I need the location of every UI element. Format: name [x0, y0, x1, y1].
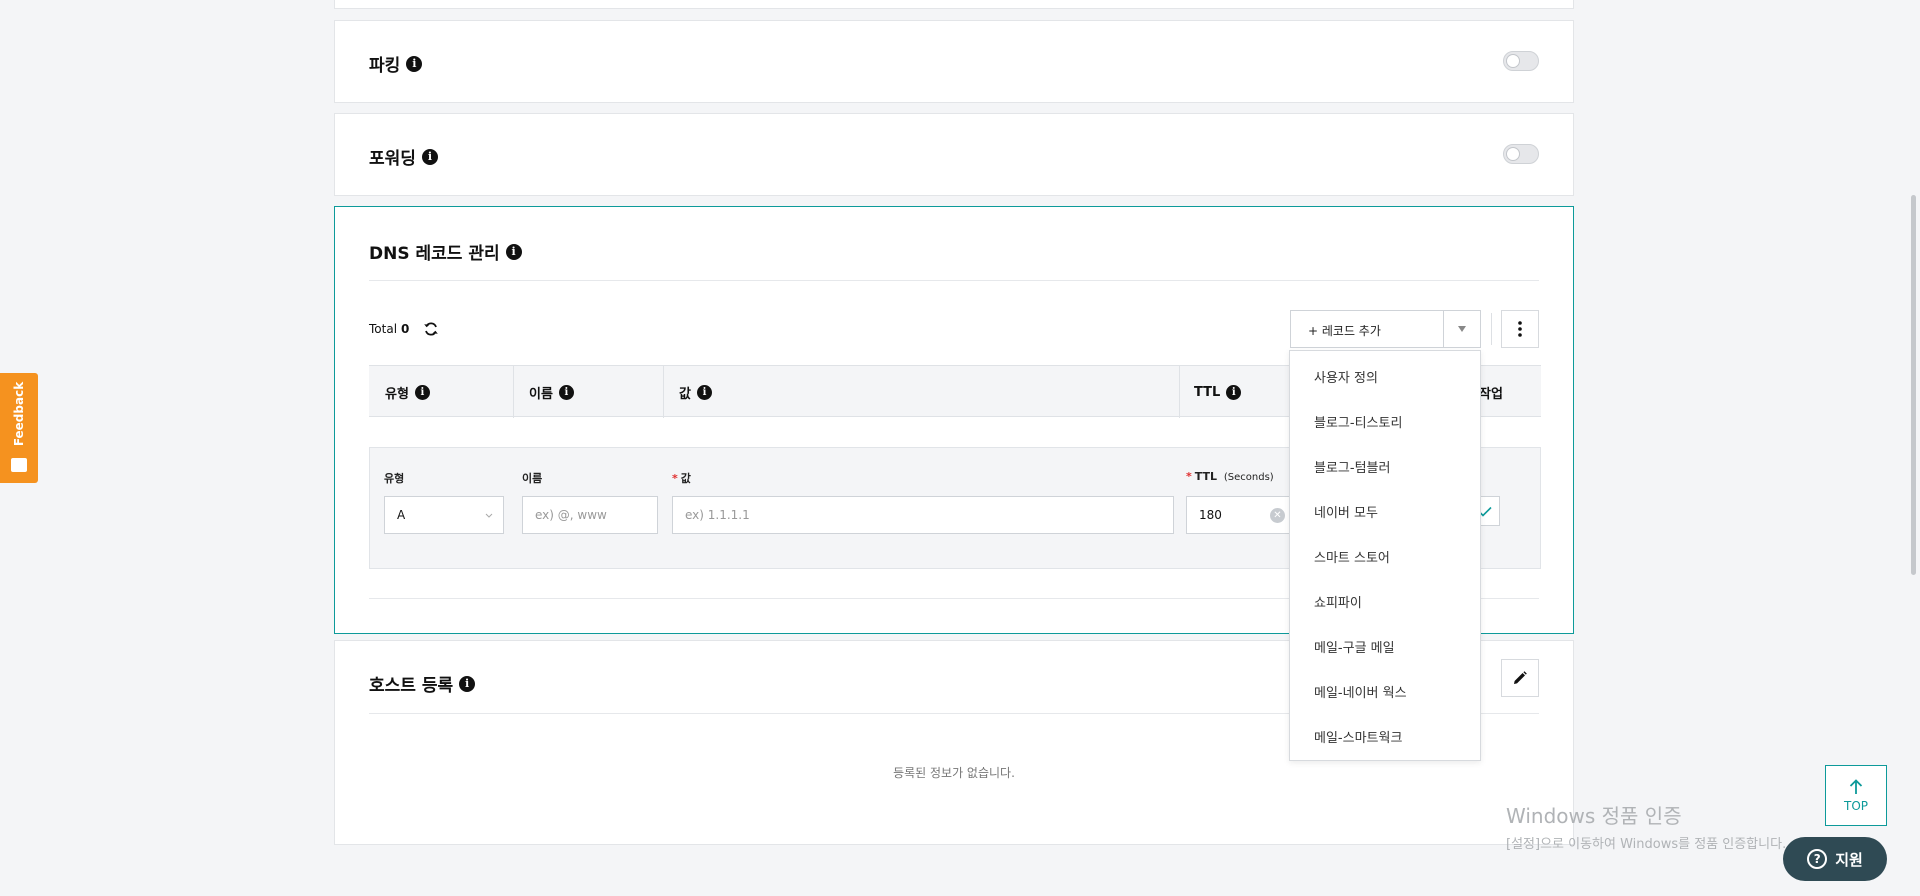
- required-mark: *: [672, 472, 678, 485]
- forwarding-section: 포워딩 i: [334, 113, 1574, 196]
- name-field-label: 이름: [522, 470, 542, 486]
- menu-item-naver-modoo[interactable]: 네이버 모두: [1290, 489, 1480, 534]
- refresh-icon[interactable]: [423, 321, 439, 337]
- feedback-label: Feedback: [12, 381, 26, 447]
- host-title: 호스트 등록 i: [369, 671, 476, 696]
- add-record-button[interactable]: + 레코드 추가: [1290, 310, 1481, 348]
- watermark-line1: Windows 정품 인증: [1506, 804, 1682, 828]
- menu-item-custom[interactable]: 사용자 정의: [1290, 354, 1480, 399]
- clear-icon[interactable]: ✕: [1270, 508, 1285, 523]
- required-mark: *: [1186, 470, 1192, 483]
- forwarding-title: 포워딩 i: [369, 144, 438, 169]
- header-value-label: 값: [679, 386, 691, 402]
- type-select[interactable]: A: [384, 496, 504, 534]
- help-icon: ?: [1807, 849, 1828, 869]
- dns-title-divider: [369, 280, 1539, 281]
- watermark-line2: [설정]으로 이동하여 Windows를 정품 인증합니다.: [1506, 837, 1787, 852]
- add-record-dropdown-toggle[interactable]: [1443, 311, 1480, 347]
- info-icon[interactable]: i: [558, 384, 574, 400]
- chevron-down-icon: [485, 513, 493, 518]
- record-type-menu: 사용자 정의 블로그-티스토리 블로그-텀블러 네이버 모두 스마트 스토어 쇼…: [1289, 350, 1481, 761]
- host-empty-message: 등록된 정보가 없습니다.: [893, 766, 1015, 780]
- arrow-up-icon: [1849, 778, 1863, 794]
- menu-item-blog-tumblr[interactable]: 블로그-텀블러: [1290, 444, 1480, 489]
- scrollbar-track[interactable]: [1908, 0, 1920, 896]
- header-name-label: 이름: [529, 386, 553, 402]
- header-value: 값 i: [679, 366, 712, 418]
- support-label: 지원: [1835, 850, 1863, 869]
- info-icon[interactable]: i: [406, 55, 423, 72]
- menu-item-mail-smartwork[interactable]: 메일-스마트웍크: [1290, 714, 1480, 759]
- pencil-icon: [1514, 671, 1527, 684]
- header-separator: [1179, 366, 1180, 418]
- forwarding-toggle[interactable]: [1503, 144, 1539, 164]
- dns-title-text: DNS 레코드 관리: [369, 244, 500, 264]
- total-label: Total: [369, 322, 398, 336]
- button-separator: [1491, 313, 1492, 345]
- header-ttl: TTL i: [1194, 366, 1242, 418]
- info-icon[interactable]: i: [505, 243, 522, 260]
- ttl-input-value: 180: [1199, 508, 1222, 522]
- host-title-text: 호스트 등록: [369, 676, 454, 696]
- value-field-label: * 값: [672, 470, 691, 486]
- name-field-label-text: 이름: [522, 472, 543, 485]
- header-name: 이름 i: [529, 366, 574, 418]
- dns-title: DNS 레코드 관리 i: [369, 239, 522, 264]
- type-field-label: 유형: [384, 470, 404, 486]
- feedback-tab[interactable]: Feedback: [0, 373, 38, 483]
- total-count-row: Total 0: [369, 321, 439, 337]
- parking-title: 파킹 i: [369, 51, 423, 76]
- parking-title-text: 파킹: [369, 56, 401, 76]
- header-separator: [513, 366, 514, 418]
- header-type: 유형 i: [385, 366, 430, 418]
- scroll-top-button[interactable]: TOP: [1825, 765, 1887, 826]
- header-actions: 작업: [1479, 366, 1503, 418]
- caret-down-icon: [1458, 326, 1466, 332]
- support-button[interactable]: ? 지원: [1783, 837, 1887, 881]
- previous-section-card: [334, 0, 1574, 9]
- parking-section: 파킹 i: [334, 20, 1574, 103]
- more-options-button[interactable]: [1501, 310, 1539, 348]
- edit-host-button[interactable]: [1501, 659, 1539, 697]
- feedback-icon: [11, 458, 27, 472]
- scrollbar-thumb[interactable]: [1911, 195, 1916, 575]
- value-input[interactable]: ex) 1.1.1.1: [672, 496, 1174, 534]
- header-ttl-label: TTL: [1194, 384, 1221, 400]
- value-field-label-text: 값: [680, 472, 691, 485]
- header-separator: [663, 366, 664, 418]
- ttl-field-label: * TTL (Seconds): [1186, 470, 1274, 483]
- add-record-label: + 레코드 추가: [1308, 324, 1381, 338]
- value-input-placeholder: ex) 1.1.1.1: [685, 508, 750, 522]
- type-select-value: A: [397, 508, 406, 522]
- info-icon[interactable]: i: [696, 384, 712, 400]
- ttl-input[interactable]: 180 ✕: [1186, 496, 1296, 534]
- ttl-unit-text: (Seconds): [1223, 472, 1274, 483]
- toggle-knob: [1506, 54, 1520, 68]
- menu-item-shopify[interactable]: 쇼피파이: [1290, 579, 1480, 624]
- ttl-field-label-text: TTL: [1194, 470, 1218, 483]
- total-count: 0: [401, 322, 410, 336]
- menu-item-mail-naver-works[interactable]: 메일-네이버 웍스: [1290, 669, 1480, 714]
- menu-item-smart-store[interactable]: 스마트 스토어: [1290, 534, 1480, 579]
- header-actions-label: 작업: [1479, 386, 1503, 402]
- forwarding-title-text: 포워딩: [369, 149, 416, 169]
- more-vertical-icon: [1518, 321, 1522, 337]
- type-field-label-text: 유형: [384, 472, 405, 485]
- name-input[interactable]: ex) @, www: [522, 496, 658, 534]
- info-icon[interactable]: i: [421, 148, 438, 165]
- menu-item-blog-tistory[interactable]: 블로그-티스토리: [1290, 399, 1480, 444]
- name-input-placeholder: ex) @, www: [535, 508, 607, 522]
- menu-item-mail-google[interactable]: 메일-구글 메일: [1290, 624, 1480, 669]
- parking-toggle[interactable]: [1503, 51, 1539, 71]
- scroll-top-label: TOP: [1843, 798, 1868, 813]
- windows-watermark: Windows 정품 인증 [설정]으로 이동하여 Windows를 정품 인증…: [1506, 800, 1786, 852]
- header-type-label: 유형: [385, 386, 409, 402]
- info-icon[interactable]: i: [459, 675, 476, 692]
- toggle-knob: [1506, 147, 1520, 161]
- info-icon[interactable]: i: [414, 384, 430, 400]
- info-icon[interactable]: i: [1226, 384, 1242, 400]
